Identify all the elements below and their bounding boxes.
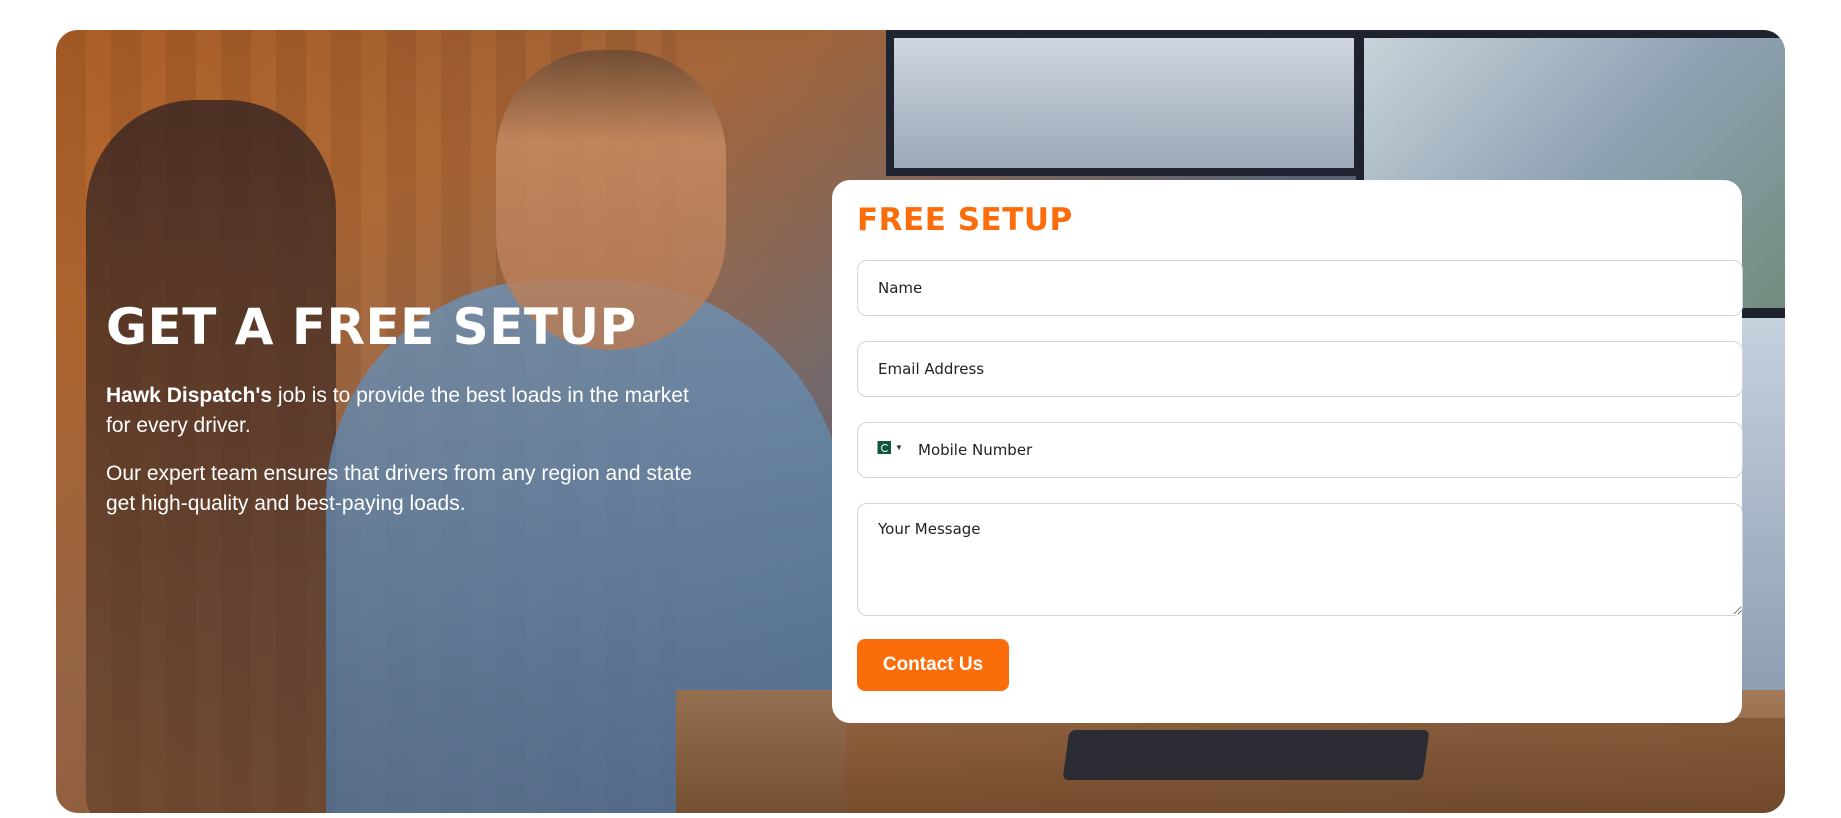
name-input[interactable] [858, 261, 1742, 315]
background-keyboard [1062, 730, 1430, 780]
phone-input[interactable] [858, 423, 1742, 477]
phone-field-wrapper: ▼ [857, 422, 1743, 478]
hero-paragraph-2: Our expert team ensures that drivers fro… [106, 462, 692, 515]
form-title: FREE SETUP [857, 202, 1073, 238]
message-field-wrapper [857, 503, 1743, 616]
message-textarea[interactable] [858, 504, 1742, 615]
hero-section: GET A FREE SETUP Hawk Dispatch's job is … [56, 30, 1785, 813]
background-monitor [886, 30, 1362, 176]
name-field-wrapper [857, 260, 1743, 316]
email-input[interactable] [858, 342, 1742, 396]
email-field-wrapper [857, 341, 1743, 397]
hero-title: GET A FREE SETUP [106, 298, 637, 356]
setup-form-card: FREE SETUP ▼ Contact Us [832, 180, 1743, 723]
hero-paragraph-1: Hawk Dispatch's job is to provide the be… [106, 381, 706, 441]
brand-name: Hawk Dispatch's [106, 384, 273, 407]
hero-copy: GET A FREE SETUP Hawk Dispatch's job is … [106, 300, 706, 537]
caret-down-icon: ▼ [895, 443, 903, 452]
country-code-selector[interactable]: ▼ [873, 441, 903, 454]
pakistan-flag-icon [873, 441, 891, 454]
contact-us-button[interactable]: Contact Us [857, 639, 1009, 691]
